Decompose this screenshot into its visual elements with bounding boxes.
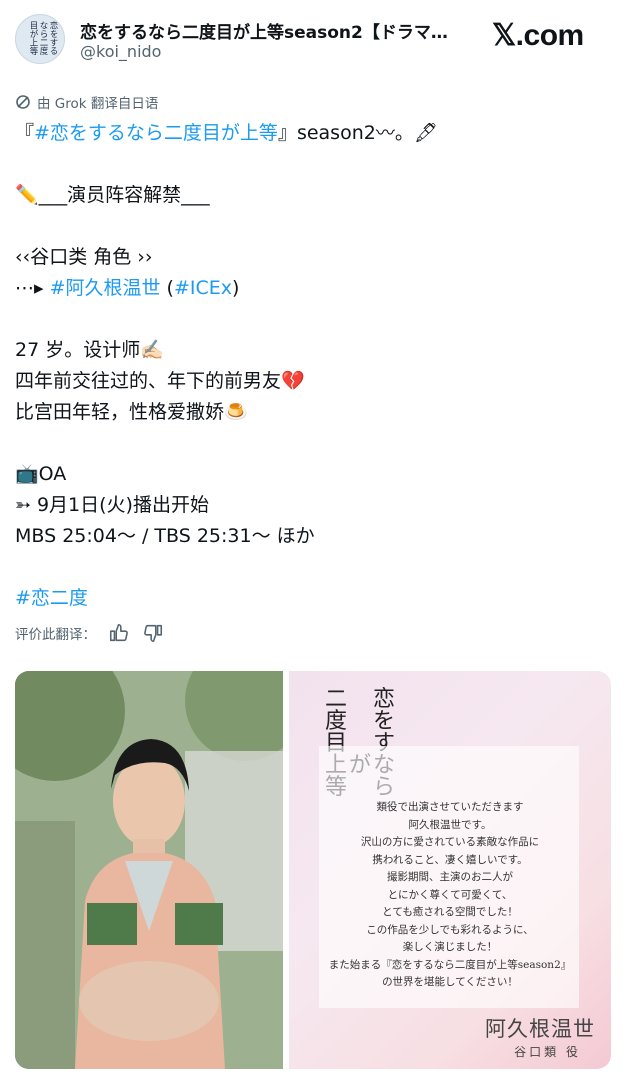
tweet-line: ➳ 9月1日(火)播出开始 [15, 490, 615, 521]
hashtag-link[interactable]: #阿久根温世 [50, 277, 161, 299]
poster-message-line: 類役で出演させていただきます [376, 801, 524, 813]
poster-message-line: の世界を堪能してください！ [382, 976, 518, 988]
signature-role: 谷口類 役 [514, 1045, 581, 1059]
actor-photo[interactable] [15, 671, 283, 1069]
tweet-text-span: 比宫田年轻，性格爱撒娇🍮 [15, 401, 248, 423]
tweet-line: ⋯▸ #阿久根温世 (#ICEx) [15, 273, 615, 304]
actor-photo-image [15, 671, 283, 1069]
avatar-logo-text: 恋をするなら二度目が上等 [28, 21, 58, 55]
comment-poster[interactable]: 恋をすなら二度目が上等 類役で出演させていただきます阿久根温世です。沢山の方に愛… [289, 671, 611, 1069]
tweet-line: 『#恋をするなら二度目が上等』season2〰。🖋 [15, 118, 615, 149]
translation-note-text: 由 Grok 翻译自日语 [37, 96, 159, 112]
poster-message-line: 沢山の方に愛されている素敵な作品に [360, 836, 540, 848]
tweet-line: ✏️___演员阵容解禁___ [15, 180, 615, 211]
tweet-line: 27 岁。设计师✍🏻 [15, 335, 615, 366]
tweet-header: 恋をするなら二度目が上等 恋をするなら二度目が上等season2【ドラマ… @k… [0, 0, 626, 90]
tweet-text-span: ) [232, 277, 240, 299]
user-handle[interactable]: @koi_nido [80, 42, 161, 61]
tweet-text-span: 四年前交往过的、年下的前男友💔 [15, 370, 305, 392]
poster-message-line: 撮影期間、主演のお二人が [387, 871, 513, 883]
poster-message-line: とても癒される空間でした！ [382, 906, 518, 918]
tweet-line: 四年前交往过的、年下的前男友💔 [15, 366, 615, 397]
tweet-text-span: ⋯▸ [15, 277, 50, 299]
tweet-text: 『#恋をするなら二度目が上等』season2〰。🖋 ✏️___演员阵容解禁___ ‹… [15, 118, 615, 614]
tweet-text-span: ‹‹谷口类 角色 ›› [15, 246, 153, 268]
tweet-text-span: ( [160, 277, 174, 299]
tweet-text-span: 』season2〰。🖋 [277, 122, 438, 144]
poster-message-line: 楽しく演じました！ [402, 941, 498, 953]
tweet-line: #恋二度 [15, 583, 615, 614]
tweet-text-span: 27 岁。设计师✍🏻 [15, 339, 164, 361]
tweet-text-span: 『 [15, 122, 35, 144]
hashtag-link[interactable]: #恋二度 [15, 587, 88, 609]
tweet-line: 📺OA [15, 459, 615, 490]
poster-message-line: この作品を少しでも彩れるように、 [366, 923, 534, 936]
signature-name: 阿久根温世 [485, 1017, 595, 1041]
tweet-line: ‹‹谷口类 角色 ›› [15, 242, 615, 273]
tweet-text-span: 📺OA [15, 463, 67, 485]
rate-translation-label: 评价此翻译： [15, 627, 96, 643]
tweet-text-span: ✏️___演员阵容解禁___ [15, 184, 210, 206]
display-name[interactable]: 恋をするなら二度目が上等season2【ドラマ… [80, 18, 470, 43]
x-logo: 𝕏.com [492, 19, 584, 52]
poster-message: 類役で出演させていただきます 阿久根温世です。沢山の方に愛されている素敵な作品に携… [289, 799, 611, 992]
poster-message-line: 阿久根温世です。 [408, 818, 492, 831]
tweet-line: MBS 25:04～ / TBS 25:31～ ほか [15, 521, 615, 552]
hashtag-link[interactable]: #恋をするなら二度目が上等 [34, 122, 278, 144]
translation-note: 由 Grok 翻译自日语 [15, 92, 158, 112]
hashtag-link[interactable]: #ICEx [174, 277, 232, 299]
poster-message-line: また始まる『恋をするなら二度目が上等season2』 [328, 958, 572, 971]
tweet-line: 比宫田年轻，性格爱撒娇🍮 [15, 397, 615, 428]
tweet-text-span: ➳ 9月1日(火)播出开始 [15, 494, 209, 516]
rate-translation: 评价此翻译： [15, 622, 164, 644]
poster-message-line: 携われること、凄く嬉しいです。 [372, 853, 528, 866]
thumbs-up-icon[interactable] [108, 622, 130, 644]
grok-icon [16, 95, 30, 109]
thumbs-down-icon[interactable] [142, 622, 164, 644]
poster-message-line: とにかく尊くて可愛くて、 [387, 888, 513, 901]
avatar[interactable]: 恋をするなら二度目が上等 [15, 14, 65, 64]
tweet-text-span: MBS 25:04～ / TBS 25:31～ ほか [15, 525, 315, 547]
media-gallery: 恋をすなら二度目が上等 類役で出演させていただきます阿久根温世です。沢山の方に愛… [15, 671, 611, 1069]
